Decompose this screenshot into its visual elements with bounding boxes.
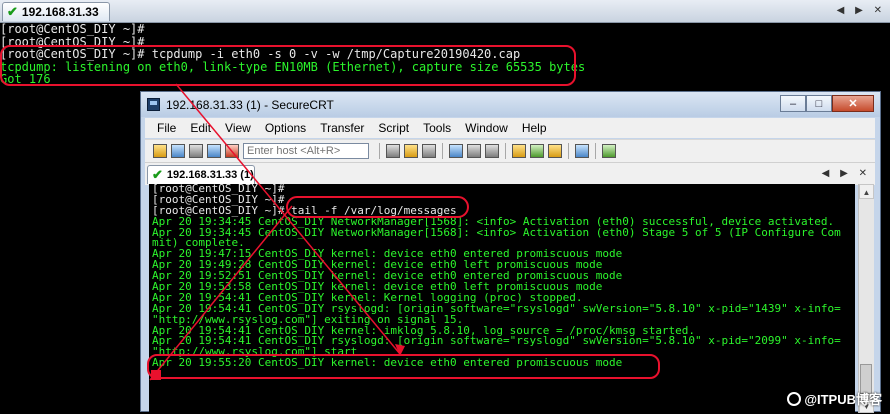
itpub-logo-icon	[787, 391, 802, 406]
watermark: @ITPUB博客	[787, 389, 882, 408]
annotation-arrows	[149, 83, 405, 381]
cursor-marker	[151, 370, 161, 380]
arrow-line	[149, 205, 293, 381]
watermark-text: @ITPUB博客	[804, 392, 882, 407]
arrow-line	[175, 83, 401, 355]
